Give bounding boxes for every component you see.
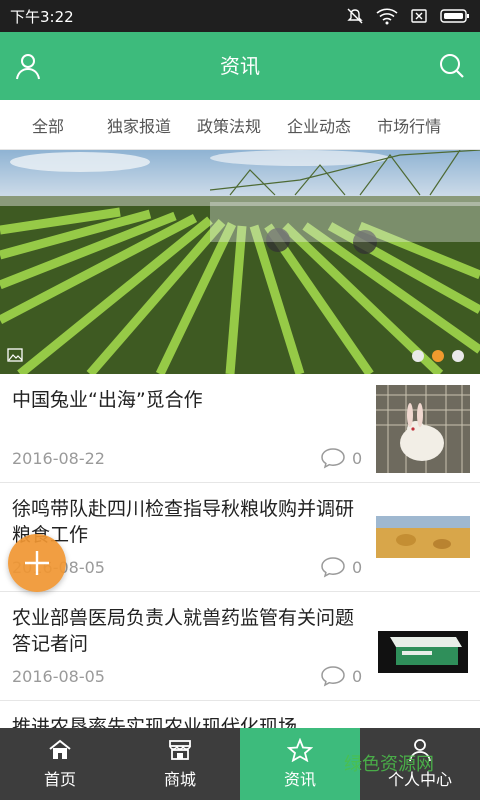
news-item[interactable]: 徐鸣带队赴四川检查指导秋粮收购并调研粮食工作 2016-08-05 0 xyxy=(0,484,480,592)
tab-market[interactable]: 市场行情 xyxy=(364,113,454,137)
status-bar: 下午3:22 xyxy=(0,0,480,32)
tab-company[interactable]: 企业动态 xyxy=(274,113,364,137)
tab-exclusive[interactable]: 独家报道 xyxy=(94,113,184,137)
comment-count: 0 xyxy=(320,665,362,687)
nav-news[interactable]: 资讯 xyxy=(240,728,360,800)
news-thumbnail xyxy=(376,494,470,582)
tab-all[interactable]: 全部 xyxy=(0,113,94,137)
rabbit-thumbnail-image xyxy=(376,385,470,473)
wifi-icon xyxy=(376,8,398,25)
comment-icon xyxy=(321,557,345,578)
banner-image xyxy=(0,150,480,374)
grain-field-thumbnail-image xyxy=(376,494,470,582)
star-icon xyxy=(287,738,313,762)
carousel-dot[interactable] xyxy=(412,350,424,362)
comment-count-value: 0 xyxy=(352,666,363,686)
app-bar: 资讯 xyxy=(0,32,480,100)
sim-icon xyxy=(411,9,427,23)
news-title: 中国兔业“出海”觅合作 xyxy=(12,389,203,411)
search-button[interactable] xyxy=(436,50,468,82)
comment-count: 0 xyxy=(320,447,362,469)
status-icons xyxy=(346,7,470,25)
news-item[interactable]: 农业部兽医局负责人就兽药监管有关问题答记者问 2016-08-05 0 xyxy=(0,593,480,701)
comment-count-value: 0 xyxy=(352,557,363,577)
banner-carousel[interactable] xyxy=(0,150,480,374)
search-icon xyxy=(440,54,464,78)
category-tabs: 全部 独家报道 政策法规 企业动态 市场行情 xyxy=(0,100,480,150)
news-title: 农业部兽医局负责人就兽药监管有关问题答记者问 xyxy=(12,607,355,655)
news-title: 徐鸣带队赴四川检查指导秋粮收购并调研粮食工作 xyxy=(12,498,355,546)
nav-store-label: 商城 xyxy=(163,770,196,789)
home-icon xyxy=(49,739,71,759)
news-thumbnail xyxy=(376,385,470,473)
carousel-indicators xyxy=(412,350,464,362)
comment-count-value: 0 xyxy=(352,448,363,468)
news-item[interactable]: 中国兔业“出海”觅合作 2016-08-22 0 xyxy=(0,375,480,483)
tab-policy[interactable]: 政策法规 xyxy=(184,113,274,137)
carousel-dot[interactable] xyxy=(452,350,464,362)
news-thumbnail xyxy=(376,603,470,691)
plus-icon xyxy=(25,551,49,575)
watermark: 绿色资源网 xyxy=(344,754,434,775)
nav-home-label: 首页 xyxy=(43,770,76,789)
nav-news-label: 资讯 xyxy=(283,770,316,789)
nav-home[interactable]: 首页 xyxy=(0,728,120,800)
add-button[interactable] xyxy=(8,534,66,592)
comment-icon xyxy=(321,448,345,469)
page-title: 资讯 xyxy=(220,54,260,78)
nav-store[interactable]: 商城 xyxy=(120,728,240,800)
carousel-dot-active[interactable] xyxy=(432,350,444,362)
mute-icon xyxy=(347,8,363,24)
comment-icon xyxy=(321,666,345,687)
store-icon xyxy=(169,740,191,760)
status-time: 下午3:22 xyxy=(10,7,74,26)
medicine-box-thumbnail-image xyxy=(376,603,470,691)
news-date: 2016-08-22 xyxy=(12,449,105,468)
battery-icon xyxy=(440,9,469,23)
comment-count: 0 xyxy=(320,556,362,578)
image-icon xyxy=(7,348,23,362)
news-date: 2016-08-05 xyxy=(12,667,105,686)
